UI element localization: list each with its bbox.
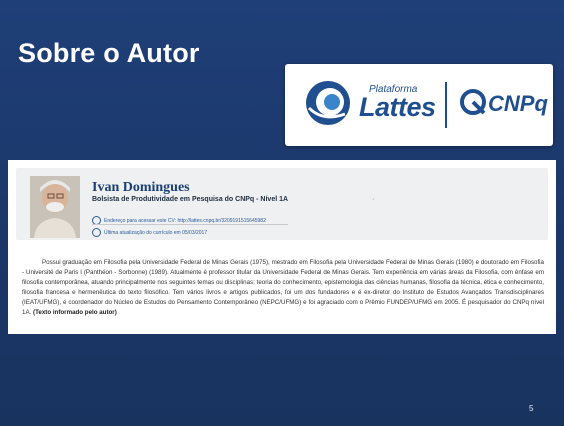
cv-link-text[interactable]: Endereço para acessar este CV: http://la… — [104, 218, 266, 224]
lattes-swirl-icon — [306, 81, 350, 125]
lattes-wordmark: Lattes — [359, 92, 436, 122]
lattes-cv-card: Ivan Domingues Bolsista de Produtividade… — [8, 160, 556, 334]
portrait-photo-icon — [30, 176, 80, 238]
researcher-title: Bolsista de Produtividade em Pesquisa do… — [92, 196, 289, 203]
bio-source: (Texto informado pelo autor) — [33, 309, 117, 316]
cnpq-wordmark: CNPq — [488, 91, 548, 116]
last-update: Última atualização do currículo em 05/03… — [92, 228, 207, 237]
bio-paragraph: Possui graduação em Filosofia pela Unive… — [22, 258, 544, 318]
cnpq-emblem-icon — [460, 89, 486, 115]
slide: Sobre o Autor Plataforma Lattes CNPq Iva… — [0, 0, 564, 426]
lattes-cnpq-logo-banner: Plataforma Lattes CNPq — [285, 64, 553, 146]
info-icon — [92, 228, 101, 237]
researcher-name: Ivan Domingues — [92, 180, 190, 195]
bio-text: Possui graduação em Filosofia pela Unive… — [22, 259, 544, 316]
page-number: 5 — [529, 404, 534, 413]
logo-divider — [445, 82, 447, 128]
slide-title: Sobre o Autor — [18, 38, 200, 68]
cv-divider — [92, 224, 288, 225]
cv-header: Ivan Domingues Bolsista de Produtividade… — [16, 168, 548, 240]
last-update-text: Última atualização do currículo em 05/03… — [104, 229, 208, 236]
avatar — [30, 176, 80, 238]
separator-dot: · — [372, 196, 375, 203]
